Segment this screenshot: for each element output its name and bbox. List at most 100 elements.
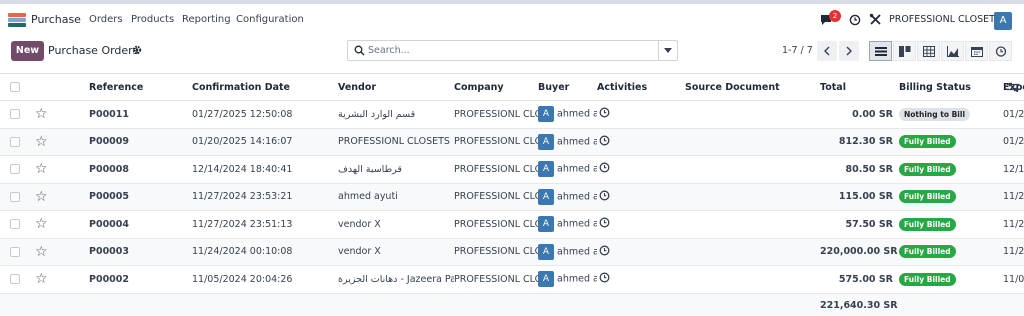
vendor-cell[interactable]: vendor X xyxy=(338,238,454,266)
confirmation-date-cell[interactable]: 11/27/2024 23:51:13 xyxy=(192,210,338,239)
menu-products[interactable]: Products xyxy=(131,14,174,25)
table-row[interactable]: ☆ P00009 01/20/2025 14:16:07 PROFESSIONL CL… xyxy=(0,128,1024,156)
buyer-cell[interactable]: Aahmed ayuti xyxy=(538,183,597,211)
total-cell[interactable]: 57.50 SR xyxy=(820,210,898,239)
source-document-cell[interactable] xyxy=(685,238,820,266)
confirmation-date-cell[interactable]: 12/14/2024 18:40:41 xyxy=(192,155,338,184)
search-input[interactable] xyxy=(368,42,652,59)
vendor-cell[interactable]: قرطاسية الهدف xyxy=(338,155,454,184)
source-document-cell[interactable] xyxy=(685,155,820,184)
star-icon[interactable]: ☆ xyxy=(35,216,48,232)
app-name[interactable]: Purchase xyxy=(31,13,81,26)
row-checkbox[interactable] xyxy=(10,246,20,257)
table-row[interactable]: ☆ P00004 11/27/2024 23:51:13 vendor X PROFES… xyxy=(0,210,1024,239)
activities-cell[interactable] xyxy=(597,155,685,184)
user-avatar[interactable]: A xyxy=(994,12,1012,30)
select-all-checkbox[interactable] xyxy=(10,82,20,92)
billing-status-cell[interactable]: Fully Billed xyxy=(898,238,1003,266)
list-view-button[interactable] xyxy=(869,41,892,61)
vendor-cell[interactable]: قسم الوارد البشرية xyxy=(338,100,454,129)
source-document-cell[interactable] xyxy=(685,183,820,211)
vendor-cell[interactable]: vendor X xyxy=(338,210,454,239)
vendor-cell[interactable]: دهانات الجزيرة - Jazeera Paints xyxy=(338,265,454,294)
activities-cell[interactable] xyxy=(597,265,685,294)
reference-cell[interactable]: P00008 xyxy=(89,155,192,184)
company-cell[interactable]: PROFESSIONL CLOSETS xyxy=(454,183,538,211)
total-cell[interactable]: 80.50 SR xyxy=(820,155,898,184)
reference-cell[interactable]: P00011 xyxy=(89,100,192,129)
source-document-cell[interactable] xyxy=(685,128,820,156)
expected-arrival-cell[interactable]: 11/27/2024 23:48:51 xyxy=(1003,210,1024,239)
source-document-cell[interactable] xyxy=(685,210,820,239)
column-header-total[interactable]: Total xyxy=(820,73,898,101)
expected-arrival-cell[interactable]: 01/27/2025 12:48:44 xyxy=(1003,100,1024,129)
column-header-confirmation-date[interactable]: Confirmation Date xyxy=(192,73,338,101)
purchase-app-icon[interactable] xyxy=(8,13,26,27)
menu-reporting[interactable]: Reporting xyxy=(182,14,231,25)
activities-cell[interactable] xyxy=(597,210,685,239)
buyer-cell[interactable]: Aahmed ayuti xyxy=(538,128,597,156)
row-checkbox[interactable] xyxy=(10,136,20,147)
activity-clock-icon[interactable] xyxy=(599,217,610,231)
confirmation-date-cell[interactable]: 11/27/2024 23:53:21 xyxy=(192,183,338,211)
row-checkbox[interactable] xyxy=(10,274,20,285)
company-cell[interactable]: PROFESSIONL CLOSETS xyxy=(454,265,538,294)
billing-status-cell[interactable]: Fully Billed xyxy=(898,183,1003,211)
star-icon[interactable]: ☆ xyxy=(35,134,48,150)
table-row[interactable]: ☆ P00011 01/27/2025 12:50:08 قسم الوارد الب… xyxy=(0,100,1024,129)
activities-cell[interactable] xyxy=(597,128,685,156)
kanban-view-button[interactable] xyxy=(893,41,916,61)
reference-cell[interactable]: P00004 xyxy=(89,210,192,239)
billing-status-cell[interactable]: Nothing to Bill xyxy=(898,100,1003,129)
buyer-cell[interactable]: Aahmed ayuti xyxy=(538,238,597,266)
activity-clock-icon[interactable] xyxy=(599,135,610,149)
table-row[interactable]: ☆ P00005 11/27/2024 23:53:21 ahmed ayuti PRO… xyxy=(0,183,1024,211)
column-header-vendor[interactable]: Vendor xyxy=(338,73,454,101)
company-cell[interactable]: PROFESSIONL CLOSETS xyxy=(454,210,538,239)
company-cell[interactable]: PROFESSIONL CLOSETS xyxy=(454,100,538,129)
vendor-cell[interactable]: ahmed ayuti xyxy=(338,183,454,211)
billing-status-cell[interactable]: Fully Billed xyxy=(898,210,1003,239)
expected-arrival-cell[interactable]: 11/24/2024 00:06:52 xyxy=(1003,238,1024,266)
total-cell[interactable]: 115.00 SR xyxy=(820,183,898,211)
activity-clock-icon[interactable] xyxy=(599,245,610,259)
row-checkbox[interactable] xyxy=(10,191,20,202)
expected-arrival-cell[interactable]: 11/27/2024 23:53:01 xyxy=(1003,183,1024,211)
column-header-activities[interactable]: Activities xyxy=(597,73,685,101)
reference-cell[interactable]: P00005 xyxy=(89,183,192,211)
total-cell[interactable]: 0.00 SR xyxy=(820,100,898,129)
gear-icon[interactable] xyxy=(132,45,142,55)
column-header-source-document[interactable]: Source Document xyxy=(685,73,820,101)
confirmation-date-cell[interactable]: 01/20/2025 14:16:07 xyxy=(192,128,338,156)
confirmation-date-cell[interactable]: 11/05/2024 20:04:26 xyxy=(192,265,338,294)
reference-cell[interactable]: P00003 xyxy=(89,238,192,266)
activity-clock-icon[interactable] xyxy=(599,272,610,286)
total-cell[interactable]: 575.00 SR xyxy=(820,265,898,294)
pivot-view-button[interactable] xyxy=(917,41,940,61)
activities-cell[interactable] xyxy=(597,238,685,266)
activities-cell[interactable] xyxy=(597,183,685,211)
star-icon[interactable]: ☆ xyxy=(35,244,48,260)
reference-cell[interactable]: P00009 xyxy=(89,128,192,156)
pager-previous-button[interactable] xyxy=(817,41,837,61)
star-icon[interactable]: ☆ xyxy=(35,161,48,177)
buyer-cell[interactable]: Aahmed ayuti xyxy=(538,155,597,184)
calendar-view-button[interactable] xyxy=(965,41,988,61)
activity-clock-icon[interactable] xyxy=(599,107,610,121)
reference-cell[interactable]: P00002 xyxy=(89,265,192,294)
column-header-buyer[interactable]: Buyer xyxy=(538,73,597,101)
vendor-cell[interactable]: PROFESSIONL CLOSETS xyxy=(338,128,454,156)
row-checkbox[interactable] xyxy=(10,109,20,120)
company-switcher[interactable]: PROFESSIONL CLOSETS xyxy=(889,14,1001,25)
billing-status-cell[interactable]: Fully Billed xyxy=(898,155,1003,184)
optional-columns-sliders-icon[interactable] xyxy=(1007,82,1019,92)
table-row[interactable]: ☆ P00008 12/14/2024 18:40:41 قرطاسية الهدف P… xyxy=(0,155,1024,184)
row-checkbox[interactable] xyxy=(10,219,20,230)
menu-orders[interactable]: Orders xyxy=(89,14,123,25)
expected-arrival-cell[interactable]: 01/20/2025 11:13:38 xyxy=(1003,128,1024,156)
star-icon[interactable]: ☆ xyxy=(35,271,48,287)
column-header-billing-status[interactable]: Billing Status xyxy=(898,73,1003,101)
total-cell[interactable]: 220,000.00 SR xyxy=(820,238,898,266)
table-row[interactable]: ☆ P00002 11/05/2024 20:04:26 دهانات الجزيرة… xyxy=(0,265,1024,294)
buyer-cell[interactable]: Aahmed ayuti xyxy=(538,210,597,239)
